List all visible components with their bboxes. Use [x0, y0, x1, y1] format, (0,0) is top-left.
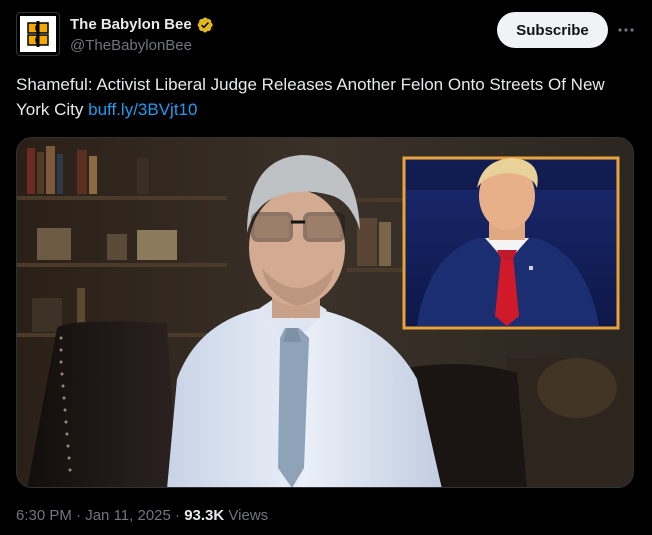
subscribe-button[interactable]: Subscribe	[497, 12, 608, 48]
photo-image	[17, 138, 633, 487]
account-names: The Babylon Bee @TheBabylonBee	[70, 16, 214, 55]
tweet-time[interactable]: 6:30 PM	[16, 507, 72, 524]
account-handle[interactable]: @TheBabylonBee	[70, 37, 214, 55]
more-options-button[interactable]	[616, 20, 636, 40]
verified-badge-icon[interactable]	[196, 16, 214, 34]
views-label: Views	[228, 507, 269, 524]
babylon-bee-logo-icon	[20, 16, 56, 52]
tweet-link[interactable]: buff.ly/3BVjt10	[88, 100, 197, 119]
meta-separator: ·	[76, 507, 82, 524]
tweet-text: Shameful: Activist Liberal Judge Release…	[16, 72, 636, 122]
avatar[interactable]	[16, 12, 60, 56]
tweet-media-photo[interactable]	[16, 137, 634, 488]
tweet-meta: 6:30 PM · Jan 11, 2025 · 93.3K Views	[16, 506, 268, 526]
display-name[interactable]: The Babylon Bee	[70, 16, 192, 34]
meta-separator: ·	[175, 507, 181, 524]
views-count[interactable]: 93.3K	[184, 507, 224, 524]
tweet-header: The Babylon Bee @TheBabylonBee Subscribe	[16, 12, 636, 60]
tweet-date[interactable]: Jan 11, 2025	[85, 507, 171, 524]
more-horizontal-icon	[618, 28, 634, 32]
